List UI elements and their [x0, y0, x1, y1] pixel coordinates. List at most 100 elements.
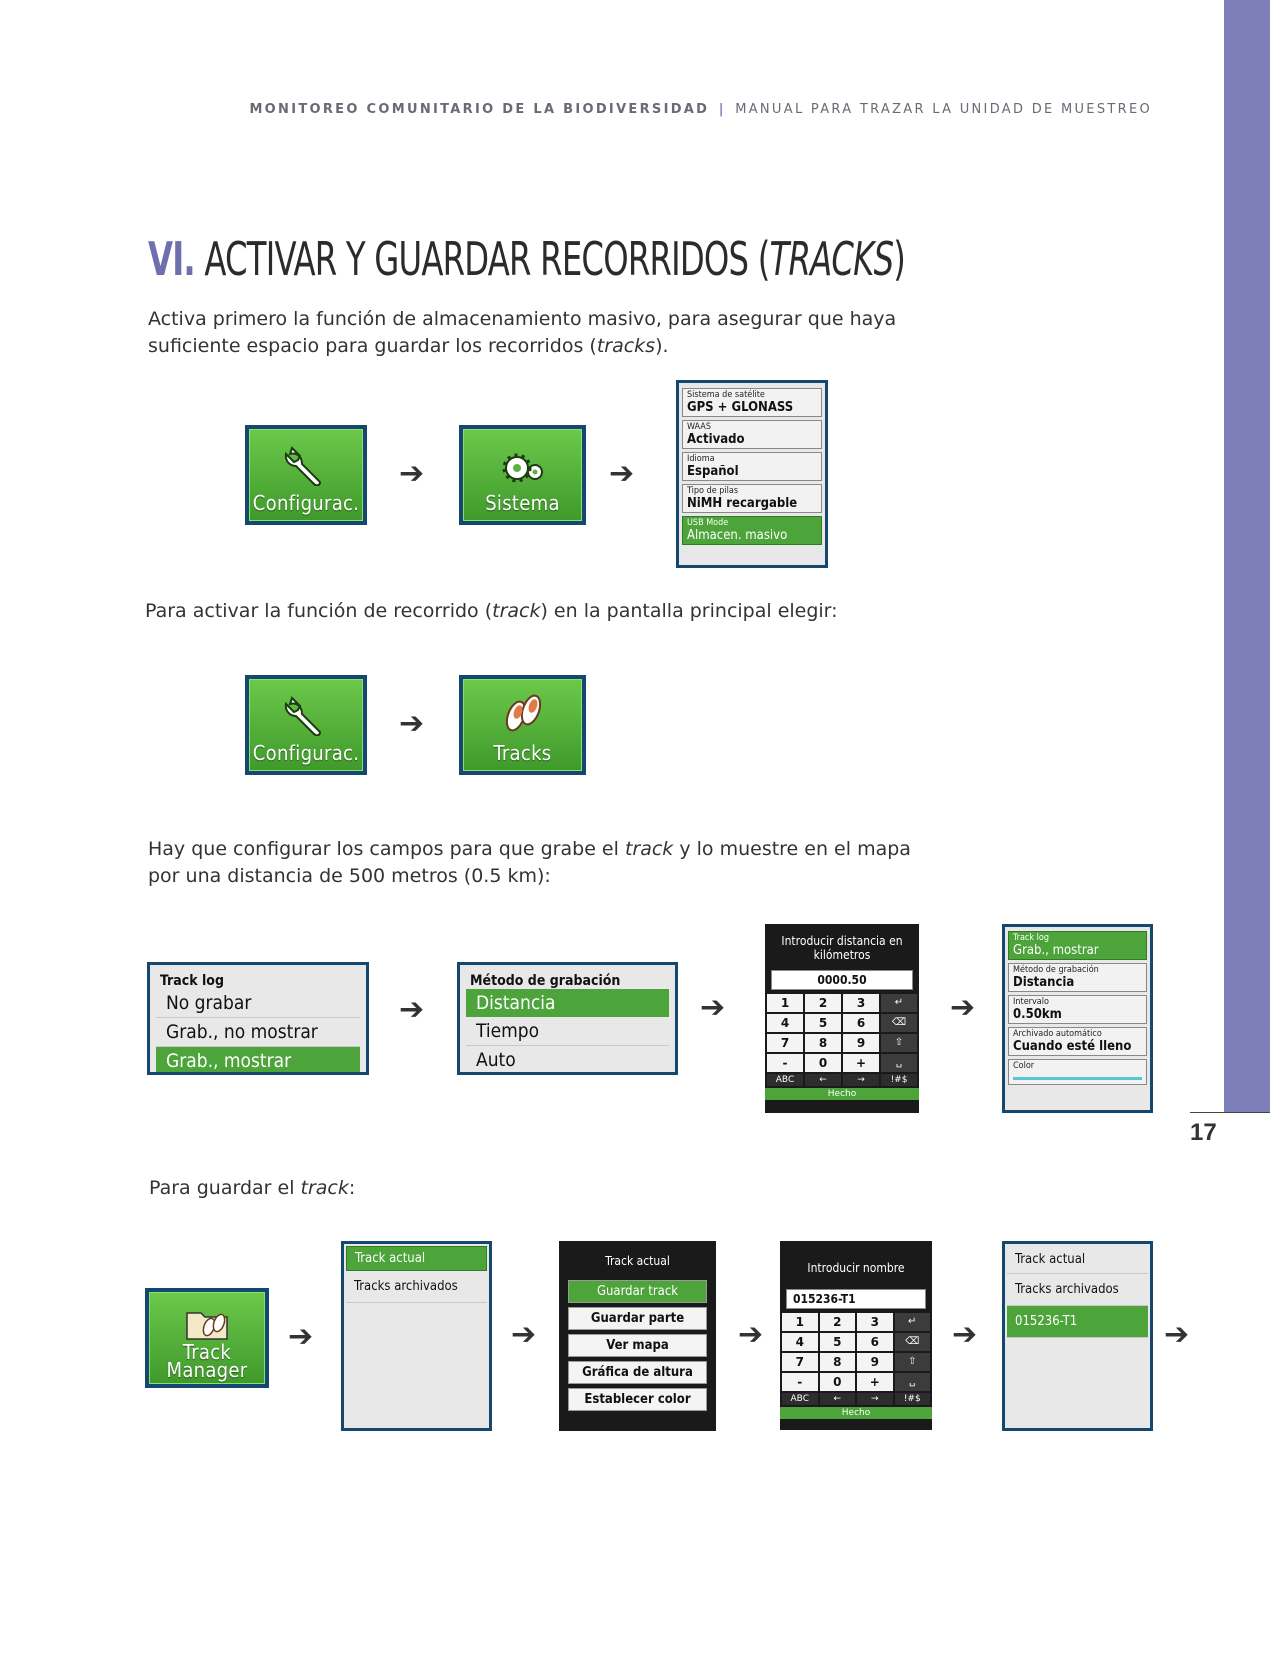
setting-value: Activado	[687, 432, 745, 447]
sistema-tile[interactable]: Sistema	[459, 425, 586, 525]
method-option-selected[interactable]: Distancia	[466, 989, 669, 1017]
running-header-separator: |	[718, 102, 726, 117]
key-5[interactable]: 5	[805, 1014, 841, 1032]
right-key[interactable]: →	[843, 1074, 879, 1086]
right-key[interactable]: →	[857, 1393, 893, 1405]
setting-interval[interactable]: Intervalo 0.50km	[1008, 995, 1147, 1024]
altitude-chart-button[interactable]: Gráfica de altura	[568, 1361, 707, 1384]
backspace-key[interactable]: ⌫	[881, 1014, 917, 1032]
space-key[interactable]: ␣	[894, 1373, 930, 1391]
key-9[interactable]: 9	[857, 1353, 893, 1371]
tracklog-option-selected[interactable]: Grab., mostrar	[156, 1047, 360, 1072]
name-input[interactable]: 015236-T1	[786, 1289, 926, 1309]
tracks-tile[interactable]: Tracks	[459, 675, 586, 775]
config-label: Configurac.	[252, 491, 360, 515]
key-4[interactable]: 4	[782, 1333, 818, 1351]
view-map-button[interactable]: Ver mapa	[568, 1334, 707, 1357]
setting-auto-archive[interactable]: Archivado automático Cuando esté lleno	[1008, 1027, 1147, 1056]
key-6[interactable]: 6	[857, 1333, 893, 1351]
activate-italic: track	[492, 600, 541, 622]
key-9[interactable]: 9	[843, 1034, 879, 1052]
setting-usb-mode[interactable]: USB Mode Almacen. masivo	[682, 516, 822, 545]
key-3[interactable]: 3	[843, 994, 879, 1012]
wrench-icon	[284, 696, 322, 736]
method-option[interactable]: Tiempo	[466, 1017, 669, 1046]
setting-battery[interactable]: Tipo de pilas NiMH recargable	[682, 484, 822, 513]
configure-text: Hay que configurar los campos para que g…	[148, 838, 625, 860]
current-track-item[interactable]: Track actual	[346, 1246, 487, 1271]
key-1[interactable]: 1	[782, 1313, 818, 1331]
setting-value: Cuando esté lleno	[1013, 1039, 1132, 1054]
done-button[interactable]: Hecho	[780, 1407, 932, 1419]
enter-key[interactable]: ↵	[894, 1313, 930, 1331]
tracklog-option[interactable]: Grab., no mostrar	[156, 1018, 360, 1047]
key-7[interactable]: 7	[767, 1034, 803, 1052]
setting-label: Tipo de pilas	[687, 486, 739, 496]
folder-footprints-icon	[186, 1312, 228, 1340]
setting-tracklog[interactable]: Track log Grab., mostrar	[1008, 931, 1147, 960]
archived-tracks-item[interactable]: Tracks archivados	[346, 1271, 487, 1303]
setting-waas[interactable]: WAAS Activado	[682, 420, 822, 449]
save-italic: track	[300, 1177, 349, 1199]
distance-keypad-screen: Introducir distancia en kilómetros 0000.…	[765, 924, 919, 1113]
space-key[interactable]: ␣	[881, 1054, 917, 1072]
key-plus[interactable]: +	[843, 1054, 879, 1072]
setting-color[interactable]: Color	[1008, 1059, 1147, 1085]
configure-paragraph: Hay que configurar los campos para que g…	[148, 836, 948, 890]
keypad-heading: Introducir distancia en kilómetros	[765, 924, 919, 968]
key-1[interactable]: 1	[767, 994, 803, 1012]
arrow-icon: ➔	[609, 456, 635, 491]
key-2[interactable]: 2	[819, 1313, 855, 1331]
key-7[interactable]: 7	[782, 1353, 818, 1371]
track-manager-tile[interactable]: Track Manager	[145, 1288, 269, 1388]
setting-label: Archivado automático	[1013, 1029, 1102, 1039]
key-8[interactable]: 8	[819, 1353, 855, 1371]
config-tile[interactable]: Configurac.	[245, 425, 367, 525]
saved-track-item[interactable]: 015236-T1	[1007, 1306, 1148, 1338]
shift-key[interactable]: ⇧	[881, 1034, 917, 1052]
setting-value: NiMH recargable	[687, 496, 798, 511]
key-6[interactable]: 6	[843, 1014, 879, 1032]
setting-satellite[interactable]: Sistema de satélite GPS + GLONASS	[682, 388, 822, 417]
key-plus[interactable]: +	[857, 1373, 893, 1391]
saved-tracks-screen: Track actual Tracks archivados 015236-T1	[1002, 1241, 1153, 1431]
set-color-button[interactable]: Establecer color	[568, 1388, 707, 1411]
symbols-key[interactable]: !#$	[894, 1393, 930, 1405]
abc-key[interactable]: ABC	[782, 1393, 818, 1405]
arrow-icon: ➔	[399, 992, 425, 1027]
running-header-right: MANUAL PARA TRAZAR LA UNIDAD DE MUESTREO	[735, 102, 1152, 117]
symbols-key[interactable]: !#$	[881, 1074, 917, 1086]
current-track-menu-screen: Track actual Guardar track Guardar parte…	[559, 1241, 716, 1431]
done-button[interactable]: Hecho	[765, 1088, 919, 1100]
key-2[interactable]: 2	[805, 994, 841, 1012]
key-minus[interactable]: -	[782, 1373, 818, 1391]
left-key[interactable]: ←	[805, 1074, 841, 1086]
setting-method[interactable]: Método de grabación Distancia	[1008, 963, 1147, 992]
tracklog-option[interactable]: No grabar	[156, 989, 360, 1018]
abc-key[interactable]: ABC	[767, 1074, 803, 1086]
left-key[interactable]: ←	[819, 1393, 855, 1405]
footprints-icon	[505, 694, 541, 732]
save-part-button[interactable]: Guardar parte	[568, 1307, 707, 1330]
activate-text: Para activar la función de recorrido (	[145, 600, 493, 622]
key-5[interactable]: 5	[819, 1333, 855, 1351]
key-4[interactable]: 4	[767, 1014, 803, 1032]
key-3[interactable]: 3	[857, 1313, 893, 1331]
save-track-button[interactable]: Guardar track	[568, 1280, 707, 1303]
section-title: VI. ACTIVAR Y GUARDAR RECORRIDOS (TRACKS…	[148, 232, 906, 286]
distance-input[interactable]: 0000.50	[771, 970, 913, 990]
key-0[interactable]: 0	[805, 1054, 841, 1072]
menu-title: Track actual	[562, 1244, 713, 1276]
method-option[interactable]: Auto	[466, 1046, 669, 1072]
backspace-key[interactable]: ⌫	[894, 1333, 930, 1351]
enter-key[interactable]: ↵	[881, 994, 917, 1012]
keypad-grid: 1 2 3 ↵ 4 5 6 ⌫ 7 8 9 ⇧ - 0 + ␣	[765, 994, 919, 1072]
key-8[interactable]: 8	[805, 1034, 841, 1052]
current-track-item[interactable]: Track actual	[1007, 1246, 1148, 1274]
shift-key[interactable]: ⇧	[894, 1353, 930, 1371]
key-0[interactable]: 0	[819, 1373, 855, 1391]
config-tile[interactable]: Configurac.	[245, 675, 367, 775]
key-minus[interactable]: -	[767, 1054, 803, 1072]
setting-language[interactable]: Idioma Español	[682, 452, 822, 481]
archived-tracks-item[interactable]: Tracks archivados	[1007, 1274, 1148, 1306]
